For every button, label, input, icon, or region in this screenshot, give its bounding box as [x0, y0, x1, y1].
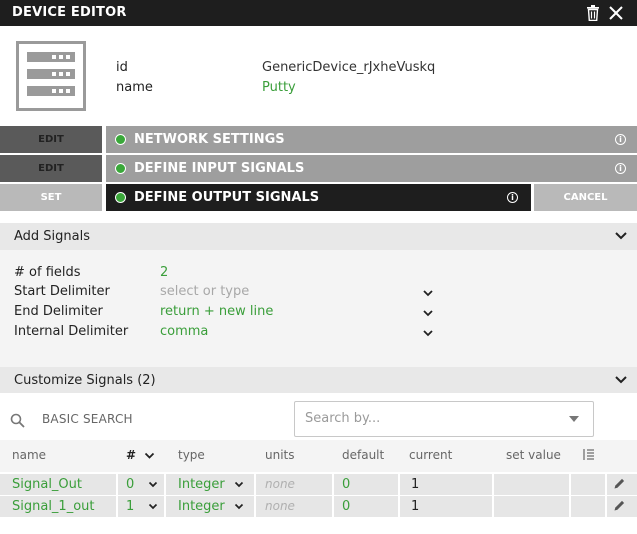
step-label: DEFINE INPUT SIGNALS	[134, 161, 305, 176]
chevron-down-icon[interactable]	[234, 503, 244, 511]
chevron-down-icon[interactable]	[422, 288, 434, 298]
step-label: DEFINE OUTPUT SIGNALS	[134, 190, 320, 205]
close-icon[interactable]	[607, 4, 625, 22]
chevron-down-icon[interactable]	[148, 481, 158, 489]
section-title: Customize Signals (2)	[14, 373, 156, 388]
define-output-signals-bar[interactable]: DEFINE OUTPUT SIGNALS i	[106, 184, 531, 211]
edit-input-signals-button[interactable]: EDIT	[0, 155, 102, 182]
section-title: Add Signals	[14, 229, 91, 244]
internal-delimiter-label: Internal Delimiter	[14, 324, 129, 339]
chevron-down-icon[interactable]	[148, 503, 158, 511]
check-circle-icon	[115, 134, 126, 145]
step-network-settings: EDIT NETWORK SETTINGS i	[0, 126, 637, 153]
signal-default-input[interactable]: 0	[342, 496, 350, 517]
signal-number-select[interactable]: 0	[126, 474, 134, 495]
column-settings-icon[interactable]	[582, 448, 595, 461]
edit-network-button[interactable]: EDIT	[0, 126, 102, 153]
end-delimiter-select[interactable]: return + new line	[160, 304, 273, 319]
internal-delimiter-select[interactable]: comma	[160, 324, 208, 339]
step-label: NETWORK SETTINGS	[134, 132, 285, 147]
signal-name-input[interactable]: Signal_1_out	[12, 496, 95, 517]
signal-type-select[interactable]: Integer	[178, 496, 225, 517]
signal-units-input[interactable]: none	[265, 496, 295, 517]
info-icon[interactable]: i	[615, 163, 626, 174]
col-default[interactable]: default	[342, 448, 384, 462]
check-circle-icon	[115, 163, 126, 174]
id-label: id	[116, 60, 128, 75]
col-type[interactable]: type	[178, 448, 205, 462]
step-define-input-signals: EDIT DEFINE INPUT SIGNALS i	[0, 155, 637, 182]
set-button[interactable]: SET	[0, 184, 102, 211]
chevron-down-icon[interactable]	[234, 481, 244, 489]
trash-icon[interactable]	[586, 5, 600, 21]
add-signals-header[interactable]: Add Signals	[0, 223, 637, 250]
customize-signals-header[interactable]: Customize Signals (2)	[0, 367, 637, 394]
end-delimiter-label: End Delimiter	[14, 304, 103, 319]
pencil-icon[interactable]	[613, 477, 626, 490]
basic-search-label[interactable]: BASIC SEARCH	[42, 412, 133, 426]
chevron-down-icon[interactable]	[422, 328, 434, 338]
col-name[interactable]: name	[12, 448, 46, 462]
signal-current-value: 1	[411, 499, 420, 514]
info-icon[interactable]: i	[615, 134, 626, 145]
chevron-down-icon[interactable]	[614, 374, 628, 386]
check-circle-icon	[115, 192, 126, 203]
title-bar: DEVICE EDITOR	[0, 0, 637, 26]
chevron-down-icon[interactable]	[614, 230, 628, 242]
window-title: DEVICE EDITOR	[12, 5, 127, 20]
table-row: Signal_Out 0 Integer none 0 1	[0, 474, 637, 495]
col-units[interactable]: units	[265, 448, 295, 462]
num-fields-label: # of fields	[14, 265, 81, 280]
search-icon	[10, 413, 25, 428]
signal-current-value: 1	[411, 477, 420, 492]
signal-name-input[interactable]: Signal_Out	[12, 474, 82, 495]
id-value: GenericDevice_rJxheVuskq	[262, 60, 436, 75]
num-fields-input[interactable]: 2	[160, 265, 168, 280]
col-current[interactable]: current	[409, 448, 452, 462]
cancel-button[interactable]: CANCEL	[534, 184, 637, 211]
info-icon[interactable]: i	[507, 192, 518, 203]
signal-units-input[interactable]: none	[265, 474, 295, 495]
search-by-placeholder: Search by...	[305, 411, 381, 426]
search-by-select[interactable]: Search by...	[294, 401, 594, 437]
signal-number-select[interactable]: 1	[126, 496, 134, 517]
start-delimiter-select[interactable]: select or type	[160, 284, 249, 299]
caret-down-icon	[569, 416, 579, 422]
col-set-value[interactable]: set value	[506, 448, 561, 462]
signal-type-select[interactable]: Integer	[178, 474, 225, 495]
define-input-signals-bar[interactable]: DEFINE INPUT SIGNALS i	[106, 155, 637, 182]
server-icon	[16, 41, 86, 111]
col-number[interactable]: #	[126, 448, 136, 462]
network-settings-bar[interactable]: NETWORK SETTINGS i	[106, 126, 637, 153]
chevron-down-icon[interactable]	[422, 308, 434, 318]
name-value: Putty	[262, 80, 296, 95]
sort-chevron-icon[interactable]	[144, 452, 155, 460]
name-label: name	[116, 80, 153, 95]
pencil-icon[interactable]	[613, 499, 626, 512]
start-delimiter-label: Start Delimiter	[14, 284, 110, 299]
step-define-output-signals: SET DEFINE OUTPUT SIGNALS i CANCEL	[0, 184, 637, 211]
signal-default-input[interactable]: 0	[342, 474, 350, 495]
table-row: Signal_1_out 1 Integer none 0 1	[0, 496, 637, 517]
